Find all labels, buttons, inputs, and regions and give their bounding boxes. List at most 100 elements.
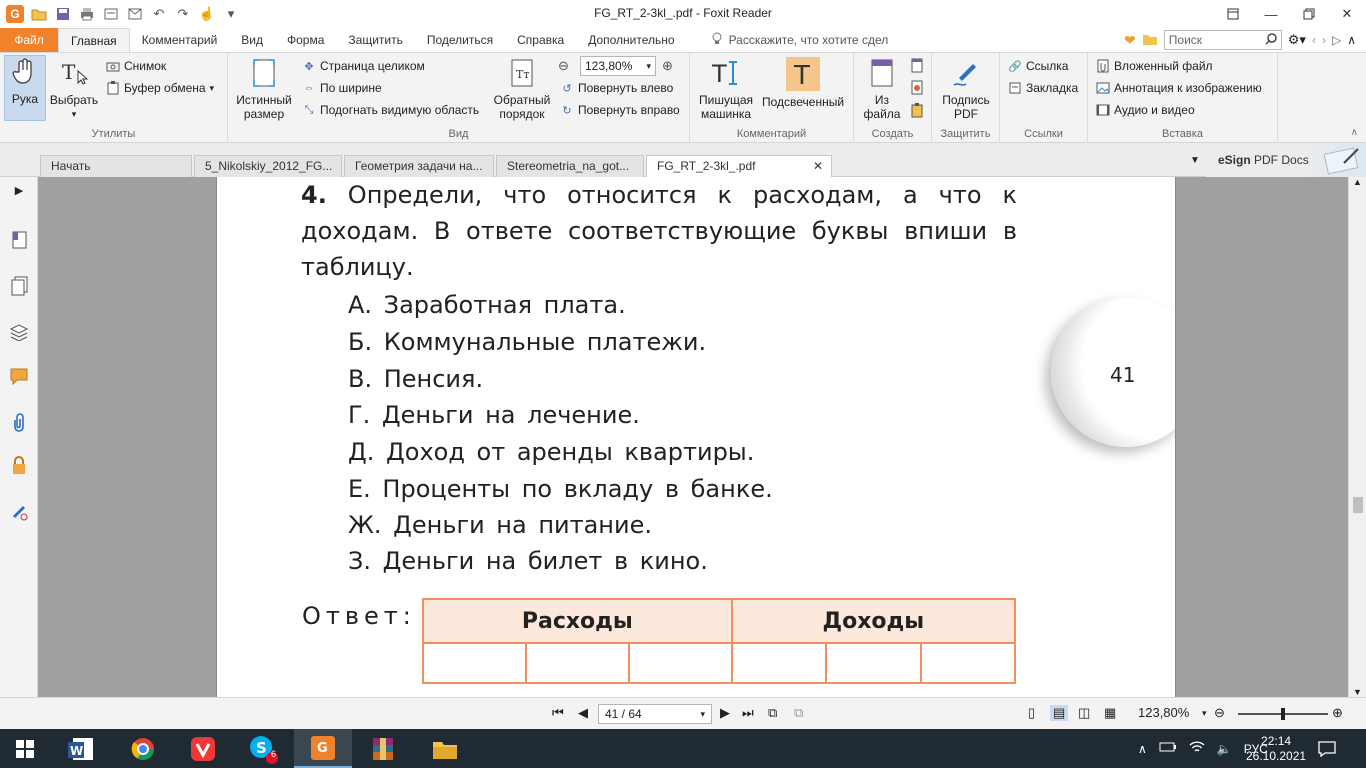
chrome-taskbar-icon[interactable] [114,729,172,768]
collapse-ribbon-icon[interactable]: ∧ [1347,33,1356,47]
zoom-in-icon[interactable]: ⊕ [662,58,673,74]
hand-tool-button[interactable]: Рука [4,55,46,121]
esign-banner[interactable]: eSign PDF Docs [1206,143,1366,177]
comments-panel-icon[interactable] [8,365,30,387]
select-dropdown-icon[interactable]: ▾ [72,107,77,121]
highlight-button[interactable]: T Подсвеченный [758,57,848,109]
customize-toolbar-icon[interactable]: ▾ [222,5,240,23]
create-scanner-icon[interactable] [910,80,924,99]
minimize-icon[interactable]: — [1252,0,1290,28]
winrar-taskbar-icon[interactable] [354,729,412,768]
page-dropdown-icon[interactable]: ▾ [700,709,705,720]
settings-gear-icon[interactable]: ⚙▾ [1288,32,1306,48]
tab-nikolskiy[interactable]: 5_Nikolskiy_2012_FG... [194,155,342,177]
skype-taskbar-icon[interactable]: S 6 [234,729,292,768]
next-page-status-icon[interactable]: ▶ [720,705,730,721]
clipboard-button[interactable]: Буфер обмена ▾ [106,78,214,98]
continuous-view-icon[interactable]: ▤ [1050,705,1069,721]
tab-geometry[interactable]: Геометрия задачи на... [344,155,494,177]
foxit-app-icon[interactable]: G [6,5,24,23]
zoom-in-status-icon[interactable]: ⊕ [1332,705,1343,721]
bookmark-button[interactable]: Закладка [1008,78,1078,98]
restore-icon[interactable] [1290,0,1328,28]
menu-form[interactable]: Форма [275,28,336,52]
select-tool-button[interactable]: T Выбрать ▾ [50,57,98,121]
nav-forward-icon[interactable]: › [1322,33,1326,47]
snapshot-button[interactable]: Снимок [106,56,166,76]
rotate-right-button[interactable]: ↻ Повернуть вправо [560,100,679,120]
vertical-scrollbar[interactable]: ▲ ▼ [1348,177,1366,697]
fit-width-button[interactable]: ⇔ По ширине [302,78,382,98]
notifications-icon[interactable] [1318,729,1336,768]
expand-panel-icon[interactable]: ▶ [8,179,30,201]
battery-power-icon[interactable] [1159,741,1177,756]
nav-back-icon[interactable]: ‹ [1312,33,1316,47]
page-number-field[interactable]: 41 / 64 ▾ [598,704,712,724]
tab-close-icon[interactable]: ✕ [813,159,823,173]
single-page-view-icon[interactable]: ▯ [1028,705,1035,721]
link-button[interactable]: 🔗 Ссылка [1008,56,1068,76]
tabs-list-dropdown-icon[interactable]: ▼ [1190,155,1200,166]
paste-icon[interactable]: ⧉ [794,705,803,721]
windows-start-icon[interactable] [0,729,50,768]
search-icon[interactable] [1265,32,1277,48]
undo-icon[interactable]: ↶ [150,5,168,23]
clipboard-dropdown-icon[interactable]: ▾ [210,83,215,94]
tray-overflow-icon[interactable]: ∧ [1138,742,1147,756]
create-clipboard-icon[interactable] [910,102,924,121]
vivaldi-taskbar-icon[interactable] [174,729,232,768]
menu-comment[interactable]: Комментарий [130,28,230,52]
touch-mode-icon[interactable]: ☝ [198,5,216,23]
fit-visible-button[interactable]: ⤡ Подогнать видимую область [302,100,480,120]
zoom-slider[interactable] [1238,708,1328,720]
menu-share[interactable]: Поделиться [415,28,505,52]
signatures-panel-icon[interactable] [8,501,30,523]
scroll-up-icon[interactable]: ▲ [1353,177,1362,187]
zoom-slider-knob[interactable] [1281,708,1285,720]
rotate-left-button[interactable]: ↺ Повернуть влево [560,78,673,98]
tab-stereometria[interactable]: Stereometria_na_got... [496,155,644,177]
clock[interactable]: 22:14 26.10.2021 [1246,729,1306,768]
email-icon[interactable] [126,5,144,23]
heart-icon[interactable]: ❤ [1124,32,1136,49]
menu-protect[interactable]: Защитить [336,28,414,52]
zoom-out-status-icon[interactable]: ⊖ [1214,705,1225,721]
file-explorer-taskbar-icon[interactable] [416,729,474,768]
attach-file-button[interactable]: Вложенный файл [1096,56,1213,76]
volume-icon[interactable]: 🔈 [1217,742,1232,756]
last-page-icon[interactable]: ⏭ [742,705,754,721]
zoom-select[interactable]: 123,80% ▾ [580,56,656,76]
typewriter-button[interactable]: T Пишущая машинка [696,57,756,121]
tab-start[interactable]: Начать [40,155,192,177]
menu-home[interactable]: Главная [58,28,130,52]
print-icon[interactable] [78,5,96,23]
attachments-panel-icon[interactable] [8,411,30,433]
layers-panel-icon[interactable] [8,321,30,343]
from-file-button[interactable]: Из файла [858,57,906,121]
continuous-facing-icon[interactable]: ▦ [1104,705,1116,721]
facing-view-icon[interactable]: ◫ [1078,705,1090,721]
next-page-icon[interactable]: ▷ [1332,33,1341,47]
wifi-icon[interactable] [1189,740,1205,757]
word-taskbar-icon[interactable]: W [52,729,110,768]
actual-size-button[interactable]: Истинный размер [234,57,294,121]
security-panel-icon[interactable] [8,455,30,477]
find-folder-icon[interactable] [1142,32,1158,49]
bookmarks-panel-icon[interactable] [8,229,30,251]
tab-active-document[interactable]: FG_RT_2-3kl_.pdf ✕ [646,155,832,177]
ribbon-collapse-icon[interactable]: ∧ [1351,127,1358,138]
close-icon[interactable]: ✕ [1328,0,1366,28]
create-blank-icon[interactable] [910,58,924,77]
audio-video-button[interactable]: Аудио и видео [1096,100,1195,120]
image-annotation-button[interactable]: Аннотация к изображению [1096,78,1262,98]
prev-page-icon[interactable]: ◀ [578,705,588,721]
properties-icon[interactable] [102,5,120,23]
zoom-level-dropdown-icon[interactable]: ▾ [1202,708,1207,719]
reverse-order-button[interactable]: Tт Обратный порядок [490,57,554,121]
redo-icon[interactable]: ↷ [174,5,192,23]
foxit-taskbar-icon[interactable]: G [294,729,352,768]
tell-me[interactable]: Расскажите, что хотите сдел [687,28,888,52]
zoom-level[interactable]: 123,80% [1138,705,1189,720]
pages-panel-icon[interactable] [8,275,30,297]
ribbon-options-icon[interactable] [1214,0,1252,28]
